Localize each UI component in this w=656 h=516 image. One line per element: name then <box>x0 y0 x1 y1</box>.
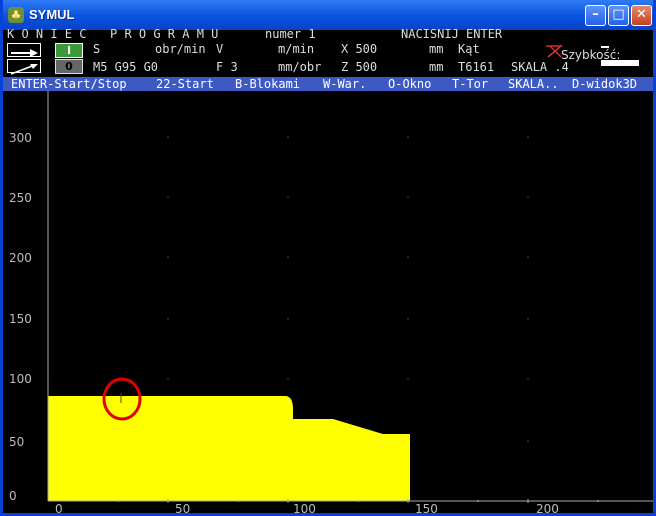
symul-window: ♣ SYMUL – □ ✕ K O N I E C P R O G R A M … <box>0 0 656 516</box>
x-tick-labels: 0 50 100 150 200 <box>55 502 559 513</box>
z-unit: mm <box>429 60 444 74</box>
y-tick: 300 <box>9 131 32 145</box>
y-tick: 50 <box>9 435 24 449</box>
menu-item-blokami[interactable]: B-Blokami <box>235 77 300 91</box>
x-tick: 200 <box>536 502 559 513</box>
program-number: numer 1 <box>265 27 316 41</box>
simulation-plot[interactable]: 300 250 200 150 100 50 0 0 50 100 150 20… <box>3 91 653 513</box>
x-tick: 100 <box>293 502 316 513</box>
menu-item-tor[interactable]: T-Tor <box>452 77 488 91</box>
maximize-icon: □ <box>612 7 625 22</box>
grid-dots <box>167 136 529 442</box>
y-tick: 150 <box>9 312 32 326</box>
y-tick: 0 <box>9 489 17 503</box>
feed-label: F 3 <box>216 60 238 74</box>
menu-item-skala[interactable]: SKALA.. <box>508 77 559 91</box>
minimize-icon: – <box>592 7 599 22</box>
x-tick: 50 <box>175 502 190 513</box>
enter-prompt: NACISNIJ ENTER <box>401 27 503 41</box>
app-icon: ♣ <box>8 7 24 23</box>
angle-label: Kąt <box>458 42 480 56</box>
maximize-button[interactable]: □ <box>608 5 629 26</box>
tool-number: T6161 <box>458 60 495 74</box>
y-tick-labels: 300 250 200 150 100 50 0 <box>9 131 32 503</box>
programu-text: P R O G R A M U <box>110 27 219 41</box>
close-button[interactable]: ✕ <box>631 5 652 26</box>
x-tick: 0 <box>55 502 63 513</box>
arrow-diagonal-icon <box>10 64 38 75</box>
minimize-button[interactable]: – <box>585 5 606 26</box>
spindle-label: S <box>93 42 101 56</box>
program-info-row: K O N I E C P R O G R A M U numer 1 NACI… <box>3 27 653 41</box>
z-position: Z 500 <box>341 60 378 74</box>
menu-item-war[interactable]: W-War. <box>323 77 366 91</box>
menu-item-start-stop[interactable]: ENTER-Start/Stop <box>11 77 127 91</box>
x-position: X 500 <box>341 42 378 56</box>
window-title: SYMUL <box>29 7 75 22</box>
y-tick: 200 <box>9 251 32 265</box>
speed-label: V <box>216 42 224 56</box>
arrow-right-icon <box>11 49 38 57</box>
workpiece <box>48 396 410 501</box>
active-codes: M5 G95 G0 <box>93 60 159 74</box>
close-icon: ✕ <box>636 7 647 22</box>
menu-item-22-start[interactable]: 22-Start <box>156 77 214 91</box>
x-unit: mm <box>429 42 444 56</box>
menu-item-widok3d[interactable]: D-widok3D <box>572 77 637 91</box>
menu-item-okno[interactable]: O-Okno <box>388 77 431 91</box>
mode-indicator-on: I <box>55 43 83 58</box>
speed-slider[interactable] <box>601 60 639 66</box>
hotkey-menu: ENTER-Start/Stop 22-Start B-Blokami W-Wa… <box>3 77 653 91</box>
feed-arrow-indicator <box>7 43 41 57</box>
scale-value: SKALA .4 <box>511 60 569 74</box>
y-tick: 100 <box>9 372 32 386</box>
speed-bar-tick <box>601 46 609 48</box>
spindle-unit: obr/min <box>155 42 206 56</box>
rapid-arrow-indicator <box>7 59 41 75</box>
y-tick: 250 <box>9 191 32 205</box>
speed-unit: m/min <box>278 42 315 56</box>
koniec-text: K O N I E C <box>7 27 87 41</box>
feed-unit: mm/obr <box>278 60 322 74</box>
status-panel: I 0 S obr/min V m/min X 500 mm Kąt M5 G9… <box>3 41 653 76</box>
mode-indicator-off: 0 <box>55 59 83 74</box>
x-tick: 150 <box>415 502 438 513</box>
title-bar[interactable]: ♣ SYMUL – □ ✕ <box>3 0 653 30</box>
